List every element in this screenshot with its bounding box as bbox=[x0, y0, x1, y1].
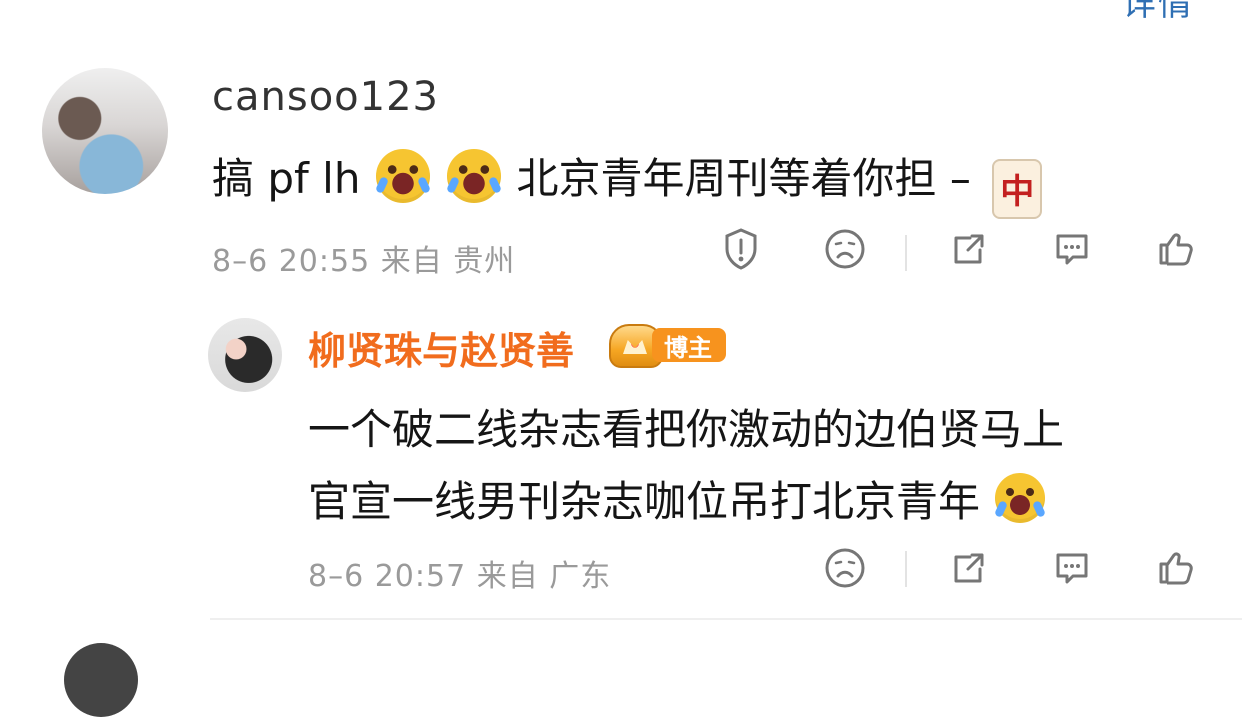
laughing-crying-emoji-icon bbox=[995, 473, 1046, 523]
comment-username[interactable]: cansoo123 bbox=[212, 74, 439, 120]
top-cut-text: 详情 bbox=[1122, 0, 1194, 24]
reply-meta: 8–6 20:57 来自 广东 bbox=[308, 559, 612, 594]
comment-text-after-emoji: 北京青年周刊等着你担 – bbox=[516, 154, 971, 203]
report-icon[interactable] bbox=[714, 222, 768, 276]
avatar[interactable] bbox=[42, 68, 168, 194]
sad-face-icon[interactable] bbox=[818, 222, 872, 276]
comment-text: 搞 pf lh 北京青年周刊等着你担 – 中 bbox=[212, 145, 1043, 219]
reply-username[interactable]: 柳贤珠与赵贤善 bbox=[308, 320, 574, 375]
reply-line-2-text: 官宣一线男刊杂志咖位吊打北京青年 bbox=[308, 477, 981, 526]
share-icon[interactable] bbox=[942, 541, 996, 595]
blogger-badge: 博主 bbox=[652, 328, 726, 362]
comment-text-before-emoji: 搞 pf lh bbox=[212, 154, 374, 203]
laughing-crying-emoji-icon bbox=[375, 149, 430, 203]
reply-line-1: 一个破二线杂志看把你激动的边伯贤马上 bbox=[308, 405, 1065, 454]
like-icon[interactable] bbox=[1148, 222, 1202, 276]
avatar bbox=[64, 643, 138, 717]
comment-meta: 8–6 20:55 来自 贵州 bbox=[212, 244, 516, 279]
sad-face-icon[interactable] bbox=[818, 541, 872, 595]
like-icon[interactable] bbox=[1148, 541, 1202, 595]
laughing-crying-emoji-icon bbox=[447, 149, 502, 203]
reply-text: 一个破二线杂志看把你激动的边伯贤马上 官宣一线男刊杂志咖位吊打北京青年 bbox=[308, 394, 1188, 538]
mahjong-icon: 中 bbox=[992, 158, 1043, 219]
action-separator bbox=[905, 235, 907, 271]
action-separator bbox=[905, 551, 907, 587]
comment-icon[interactable] bbox=[1045, 541, 1099, 595]
share-icon[interactable] bbox=[942, 222, 996, 276]
avatar[interactable] bbox=[208, 318, 282, 392]
comment-icon[interactable] bbox=[1045, 222, 1099, 276]
section-divider bbox=[210, 618, 1242, 620]
reply-line-2: 官宣一线男刊杂志咖位吊打北京青年 bbox=[308, 466, 1188, 538]
